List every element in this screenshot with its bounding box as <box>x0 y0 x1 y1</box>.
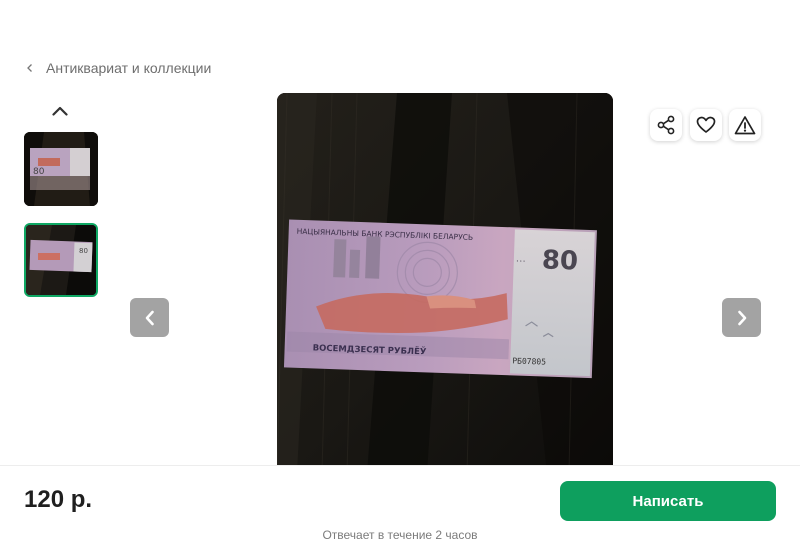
thumbnail-1[interactable]: 80 <box>24 132 98 206</box>
thumbnail-2-image: 80 <box>26 225 96 295</box>
favorite-button[interactable] <box>690 109 722 141</box>
thumbnail-1-image: 80 <box>24 132 98 206</box>
banknote-photo: НАЦЫЯНАЛЬНЫ БАНК РЭСПУБЛІКІ БЕЛАРУСЬ 80 … <box>277 93 613 473</box>
next-photo-button[interactable] <box>722 298 761 337</box>
price: 120 р. <box>24 486 93 513</box>
share-icon <box>657 115 675 135</box>
main-photo: НАЦЫЯНАЛЬНЫ БАНК РЭСПУБЛІКІ БЕЛАРУСЬ 80 … <box>277 93 613 473</box>
bottom-bar: 120 р. Написать Отвечает в течение 2 час… <box>0 465 800 556</box>
svg-text:80: 80 <box>79 247 88 255</box>
thumbnail-2[interactable]: 80 <box>24 223 98 297</box>
banknote-denomination: 80 <box>541 245 578 276</box>
svg-text:80: 80 <box>33 167 45 177</box>
heart-icon <box>696 116 716 133</box>
write-message-button[interactable]: Написать <box>560 481 776 521</box>
chevron-up-icon <box>52 106 68 116</box>
report-button[interactable] <box>729 109 761 141</box>
response-time-note: Отвечает в течение 2 часов <box>322 528 478 542</box>
warning-icon <box>734 116 756 135</box>
svg-text:…: … <box>516 253 526 264</box>
share-button[interactable] <box>650 109 682 141</box>
banknote-serial: РБ07805 <box>512 356 546 366</box>
chevron-left-icon <box>27 64 32 72</box>
breadcrumb-label[interactable]: Антиквариат и коллекции <box>46 60 211 76</box>
thumbnails-up-button[interactable] <box>48 100 72 122</box>
arrow-right-icon <box>737 310 746 325</box>
breadcrumb[interactable]: Антиквариат и коллекции <box>26 60 211 76</box>
previous-photo-button[interactable] <box>130 298 169 337</box>
arrow-left-icon <box>145 310 154 325</box>
